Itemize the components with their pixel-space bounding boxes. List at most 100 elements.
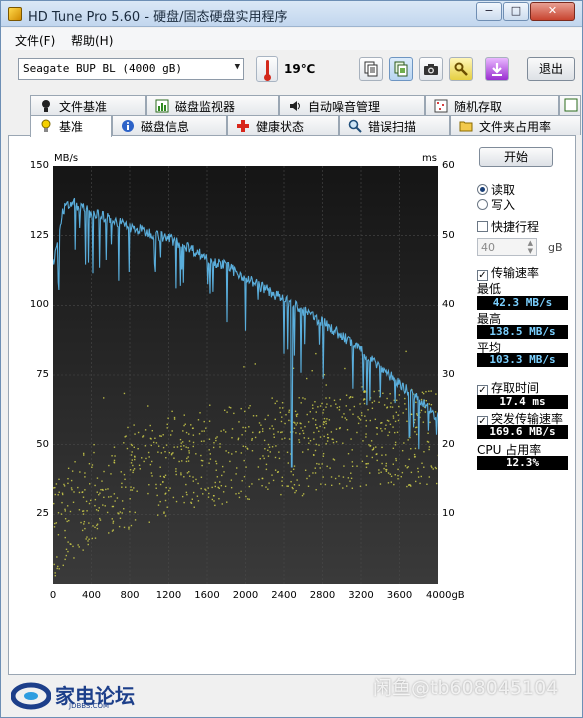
access-time-point (64, 518, 67, 520)
access-time-point (67, 550, 69, 553)
access-time-point (321, 463, 323, 465)
tab-label: 随机存取 (454, 100, 503, 114)
access-time-point (56, 556, 58, 558)
tab-disk-monitor[interactable]: 磁盘监视器 (146, 95, 279, 115)
access-time-point (414, 447, 417, 450)
tab-health[interactable]: 健康状态 (227, 115, 339, 135)
access-time-point (141, 457, 143, 459)
access-time-point (410, 413, 413, 416)
access-time-point (180, 448, 183, 451)
access-time-point (432, 468, 434, 470)
copy-info-icon (364, 61, 378, 77)
access-time-point (121, 500, 124, 502)
transfer-rate-checkbox[interactable]: ✓ 传输速率 (477, 264, 539, 281)
access-time-point (192, 434, 195, 436)
access-time-point (155, 483, 157, 486)
tab-noise-management[interactable]: 自动噪音管理 (279, 95, 425, 115)
access-time-point (243, 366, 245, 368)
access-time-point (322, 423, 325, 426)
access-time-point (308, 442, 310, 444)
access-time-point (67, 467, 70, 470)
access-time-point (120, 471, 122, 473)
title-bar[interactable]: HD Tune Pro 5.60 - 硬盘/固态硬盘实用程序 − □ ✕ (1, 1, 582, 27)
access-time-point (300, 427, 302, 429)
access-time-point (240, 490, 242, 493)
access-time-point (351, 396, 354, 398)
y-left-tick-label: 25 (36, 508, 49, 520)
maximize-button[interactable]: □ (503, 2, 529, 21)
access-time-point (188, 433, 190, 435)
access-time-point (386, 397, 388, 400)
access-time-point (63, 483, 65, 486)
access-time-checkbox[interactable]: ✓ 存取时间 (477, 379, 539, 396)
access-time-point (385, 462, 388, 465)
access-time-point (294, 491, 296, 494)
access-time-point (223, 429, 225, 431)
access-time-point (221, 474, 223, 477)
access-time-point (371, 401, 374, 404)
tab-error-scan[interactable]: 错误扫描 (339, 115, 450, 135)
copy-info-button[interactable] (359, 57, 383, 81)
copy-screen-button[interactable] (389, 57, 413, 81)
drive-select[interactable]: Seagate BUP BL (4000 gB) ▼ (18, 58, 244, 80)
access-time-point (184, 423, 186, 425)
tab-folder-usage[interactable]: 文件夹占用率 (450, 115, 581, 135)
access-time-point (123, 392, 126, 395)
close-button[interactable]: ✕ (530, 2, 575, 21)
access-time-point (229, 460, 231, 463)
access-time-point (230, 479, 233, 481)
access-time-point (118, 525, 121, 528)
access-time-point (394, 431, 396, 434)
access-time-point (285, 414, 287, 416)
access-time-point (296, 479, 298, 481)
access-time-point (156, 494, 158, 497)
short-stroke-value: 40 (481, 241, 495, 254)
access-time-point (130, 462, 133, 464)
spin-arrows-icon[interactable]: ▲ ▼ (528, 239, 533, 255)
menu-file[interactable]: 文件(F) (15, 32, 55, 49)
access-time-point (77, 544, 79, 546)
access-time-point (385, 470, 388, 472)
access-time-point (245, 466, 247, 468)
screenshot-button[interactable] (419, 57, 443, 81)
access-time-point (169, 434, 172, 436)
access-time-point (226, 501, 228, 503)
options-button[interactable] (449, 57, 473, 81)
access-time-point (267, 455, 270, 457)
access-time-point (246, 448, 249, 450)
tab-benchmark[interactable]: 基准 (30, 115, 112, 137)
access-time-point (93, 443, 95, 446)
access-time-point (364, 415, 366, 417)
menu-help[interactable]: 帮助(H) (71, 32, 113, 49)
minimize-button[interactable]: − (476, 2, 502, 21)
access-time-point (323, 427, 326, 429)
access-time-point (152, 441, 155, 444)
access-time-point (261, 430, 264, 433)
access-time-point (213, 495, 215, 497)
tab-random-access[interactable]: 随机存取 (425, 95, 559, 115)
tab-disk-info[interactable]: 磁盘信息 (112, 115, 227, 135)
access-time-point (419, 482, 421, 485)
radio-dot-icon (477, 184, 488, 195)
access-time-point (88, 522, 90, 524)
tab-file-benchmark[interactable]: 文件基准 (30, 95, 146, 115)
write-radio[interactable]: 写入 (477, 196, 515, 213)
access-time-point (420, 475, 422, 478)
access-time-point (335, 428, 338, 430)
access-time-point (215, 460, 217, 463)
access-time-point (326, 403, 328, 405)
short-stroke-input[interactable]: 40 ▲ ▼ (477, 238, 537, 256)
access-time-point (332, 438, 334, 441)
short-stroke-checkbox[interactable]: 快捷行程 (477, 218, 539, 235)
access-time-point (387, 434, 389, 437)
access-time-point (223, 409, 226, 412)
tab-overflow[interactable] (559, 95, 581, 115)
access-time-point (208, 449, 210, 451)
access-time-point (221, 503, 223, 505)
exit-button[interactable]: 退出 (527, 57, 575, 81)
start-button[interactable]: 开始 (479, 147, 553, 167)
access-time-point (208, 492, 210, 495)
access-time-point (185, 460, 188, 463)
access-time-point (213, 500, 215, 502)
save-button[interactable] (485, 57, 509, 81)
